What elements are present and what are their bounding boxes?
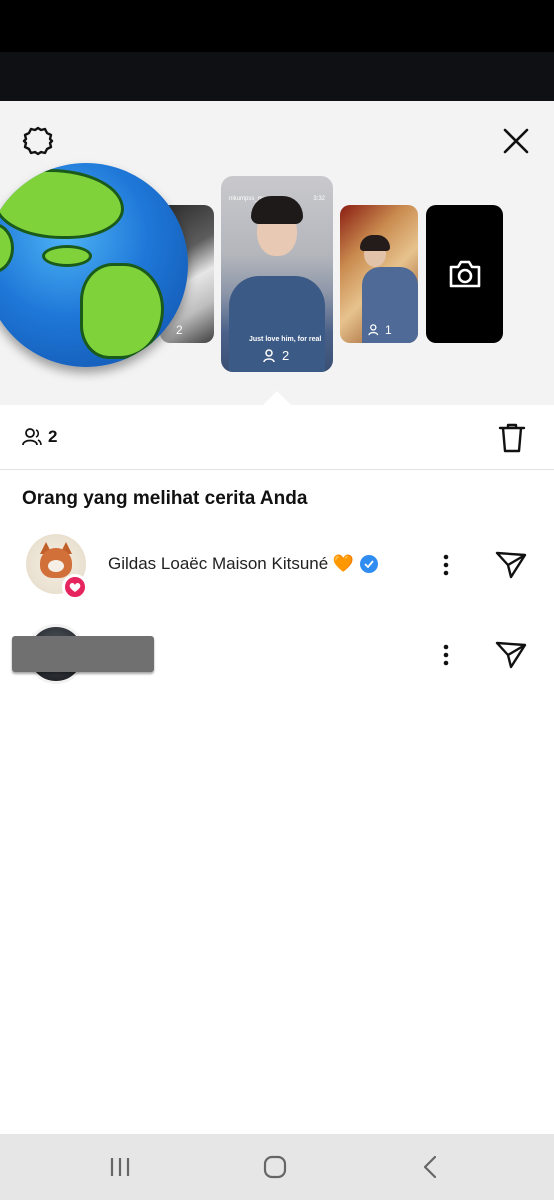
redaction-bar bbox=[12, 636, 154, 672]
liked-heart-badge bbox=[62, 574, 88, 600]
home-button[interactable] bbox=[259, 1152, 291, 1182]
viewers-icon bbox=[368, 324, 379, 336]
recent-apps-button[interactable] bbox=[104, 1152, 136, 1182]
story-time: 3:32 bbox=[313, 196, 325, 202]
story-thumbnail-next[interactable]: 1 bbox=[340, 205, 418, 343]
more-options-button[interactable] bbox=[434, 642, 458, 668]
back-button[interactable] bbox=[414, 1152, 446, 1182]
settings-gear-icon bbox=[22, 126, 54, 156]
send-message-button[interactable] bbox=[494, 640, 528, 670]
status-bar bbox=[0, 0, 554, 52]
more-options-button[interactable] bbox=[434, 552, 458, 578]
verified-badge-icon bbox=[360, 555, 379, 573]
close-button[interactable] bbox=[496, 121, 536, 161]
delete-story-button[interactable] bbox=[494, 419, 530, 457]
trash-icon bbox=[498, 423, 526, 453]
viewer-name[interactable]: Gildas Loaëc Maison Kitsuné 🧡 bbox=[108, 554, 379, 574]
viewer-row[interactable]: Gildas Loaëc Maison Kitsuné 🧡 bbox=[0, 534, 554, 604]
more-vertical-icon bbox=[443, 644, 449, 666]
next-view-count: 1 bbox=[368, 323, 392, 337]
heart-icon bbox=[69, 582, 81, 592]
send-icon bbox=[495, 641, 527, 669]
viewers-icon bbox=[263, 348, 275, 362]
selected-story-pointer bbox=[262, 391, 292, 405]
next-story-person-hair bbox=[360, 235, 390, 251]
recent-apps-icon bbox=[110, 1158, 130, 1176]
camera-icon bbox=[449, 260, 480, 288]
viewer-count: 2 bbox=[22, 427, 57, 447]
send-message-button[interactable] bbox=[494, 550, 528, 580]
home-icon bbox=[263, 1155, 287, 1179]
system-nav-bar bbox=[0, 1134, 554, 1200]
story-thumbnail-current[interactable]: nikumpss_mua 3:32 Just love him, for rea… bbox=[221, 176, 333, 372]
top-app-strip bbox=[0, 52, 554, 101]
more-vertical-icon bbox=[443, 554, 449, 576]
back-icon bbox=[423, 1155, 437, 1179]
story-viewer-header: 2 nikumpss_mua 3:32 Just love him, for r… bbox=[0, 101, 554, 405]
viewers-icon bbox=[22, 428, 42, 446]
story-caption: Just love him, for real bbox=[249, 336, 322, 343]
send-icon bbox=[495, 551, 527, 579]
story-person-hair bbox=[251, 196, 303, 224]
viewer-summary-row: 2 bbox=[0, 405, 554, 470]
add-story-camera-tile[interactable] bbox=[426, 205, 503, 343]
current-view-count: 2 bbox=[263, 348, 289, 363]
viewers-section-title: Orang yang melihat cerita Anda bbox=[22, 488, 308, 509]
settings-button[interactable] bbox=[18, 121, 58, 161]
close-x-icon bbox=[503, 128, 529, 154]
previous-view-count: 2 bbox=[176, 323, 183, 337]
